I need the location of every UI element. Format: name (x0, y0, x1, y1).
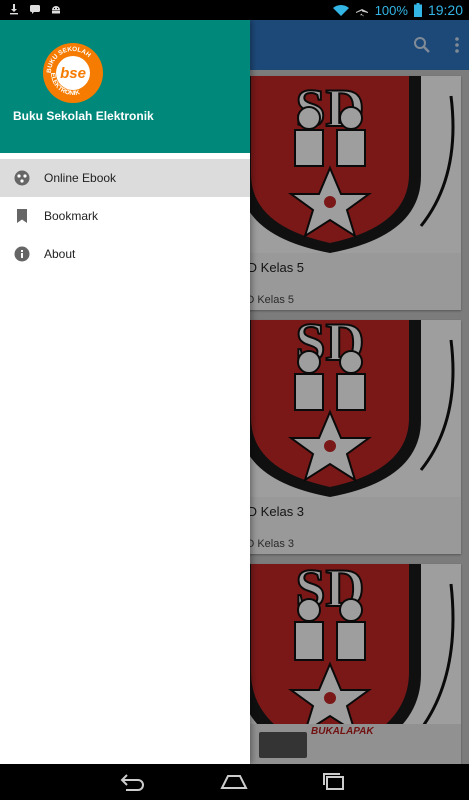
bookmark-icon (17, 209, 27, 223)
drawer-item-label: About (44, 247, 76, 261)
drawer-item-about[interactable]: About (0, 235, 250, 273)
battery-percent: 100% (374, 2, 408, 18)
drawer-menu: Online Ebook Bookmark About (0, 157, 250, 273)
message-icon (30, 5, 40, 14)
drawer-item-bookmark[interactable]: Bookmark (0, 197, 250, 235)
status-bar: 100% 19:20 (0, 0, 469, 20)
airplane-icon (355, 4, 368, 16)
wifi-icon (332, 4, 349, 16)
drawer-item-label: Bookmark (44, 209, 99, 223)
system-nav-bar (0, 764, 469, 800)
back-icon[interactable] (118, 772, 146, 792)
clock: 19:20 (427, 2, 463, 18)
bse-logo: BUKU SEKOLAH ELEKTRONIK bse (43, 43, 103, 103)
globe-icon (14, 170, 30, 186)
drawer-item-label: Online Ebook (44, 171, 117, 185)
navigation-drawer: BUKU SEKOLAH ELEKTRONIK bse Buku Sekolah… (0, 20, 250, 764)
app-screen: SD SD Kelas 5 SD Kelas 5 SD SD Kelas 3 S… (0, 20, 469, 764)
recents-icon[interactable] (320, 772, 348, 792)
app-name: Buku Sekolah Elektronik (13, 109, 154, 123)
info-icon (14, 246, 30, 262)
home-icon[interactable] (220, 772, 248, 792)
drawer-item-online-ebook[interactable]: Online Ebook (0, 159, 250, 197)
android-icon (52, 6, 60, 14)
battery-icon (413, 3, 422, 17)
drawer-header: BUKU SEKOLAH ELEKTRONIK bse Buku Sekolah… (0, 20, 250, 153)
download-icon (10, 4, 18, 15)
logo-text: bse (60, 65, 86, 82)
